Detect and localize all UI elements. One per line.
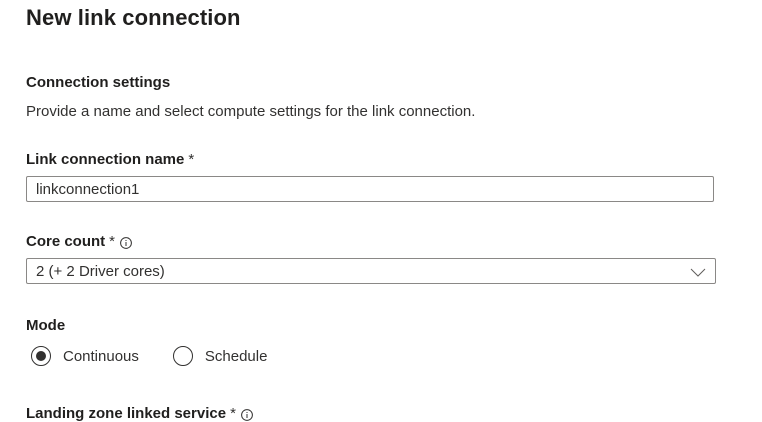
mode-radio-group: Continuous Schedule <box>31 346 301 366</box>
core-count-label: Core count * <box>26 233 132 250</box>
core-count-selected-value: 2 (+ 2 Driver cores) <box>36 262 165 280</box>
connection-settings-description: Provide a name and select compute settin… <box>26 103 476 120</box>
mode-label-text: Mode <box>26 317 66 334</box>
radio-checked-icon[interactable] <box>31 346 51 366</box>
link-connection-name-label-text: Link connection name <box>26 151 185 168</box>
mode-option-label: Schedule <box>204 347 268 365</box>
landing-zone-label: Landing zone linked service * <box>26 405 253 422</box>
mode-option-schedule[interactable]: Schedule <box>172 346 268 366</box>
chevron-down-icon <box>690 265 706 277</box>
new-link-connection-panel: New link connection Connection settings … <box>0 0 762 422</box>
link-connection-name-input[interactable] <box>26 176 714 202</box>
info-icon[interactable] <box>241 408 253 421</box>
landing-zone-label-text: Landing zone linked service <box>26 405 227 422</box>
page-title: New link connection <box>26 5 241 30</box>
mode-option-label: Continuous <box>63 347 139 365</box>
required-marker: * <box>188 151 195 168</box>
link-connection-name-label: Link connection name * <box>26 151 194 168</box>
radio-unchecked-icon[interactable] <box>172 346 193 366</box>
mode-label: Mode <box>26 317 65 334</box>
core-count-label-text: Core count <box>26 233 106 250</box>
connection-settings-heading: Connection settings <box>26 74 171 91</box>
required-marker: * <box>230 405 236 422</box>
required-marker: * <box>109 233 116 250</box>
info-icon[interactable] <box>120 236 132 249</box>
core-count-dropdown[interactable]: 2 (+ 2 Driver cores) <box>26 258 716 284</box>
mode-option-continuous[interactable]: Continuous <box>31 346 139 366</box>
